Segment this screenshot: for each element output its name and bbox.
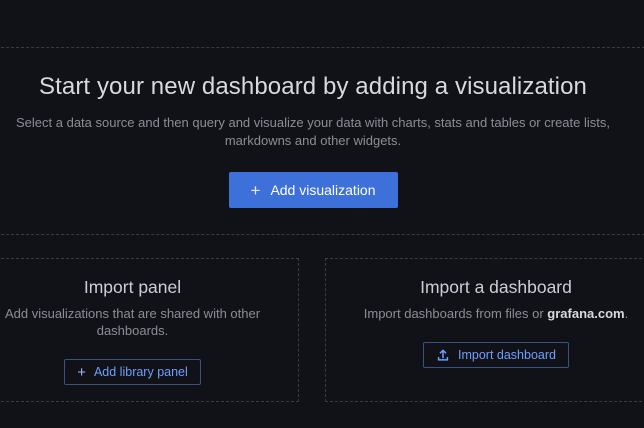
import-panel-description-line2: dashboards. bbox=[97, 323, 169, 338]
plus-icon: + bbox=[251, 182, 261, 199]
page-description: Select a data source and then query and … bbox=[16, 114, 610, 150]
import-panel-description: Add visualizations that are shared with … bbox=[5, 305, 260, 339]
grafana-com-text: grafana.com bbox=[547, 306, 624, 321]
import-dashboard-description: Import dashboards from files or grafana.… bbox=[364, 305, 628, 322]
import-panel-description-line1: Add visualizations that are shared with … bbox=[5, 306, 260, 321]
import-dashboard-description-period: . bbox=[625, 306, 629, 321]
page-description-line2: markdowns and other widgets. bbox=[225, 133, 401, 148]
import-dashboard-title: Import a dashboard bbox=[420, 276, 572, 298]
import-dashboard-description-text: Import dashboards from files or bbox=[364, 306, 548, 321]
import-dashboard-card: Import a dashboard Import dashboards fro… bbox=[325, 258, 644, 402]
import-dashboard-button[interactable]: Import dashboard bbox=[423, 342, 569, 368]
grafana-new-dashboard-empty-state: Start your new dashboard by adding a vis… bbox=[0, 0, 644, 428]
page-description-line1: Select a data source and then query and … bbox=[16, 115, 610, 130]
add-library-panel-button-label: Add library panel bbox=[94, 365, 188, 379]
add-visualization-panel: Start your new dashboard by adding a vis… bbox=[0, 47, 644, 235]
import-panel-card: Import panel Add visualizations that are… bbox=[0, 258, 299, 402]
page-title: Start your new dashboard by adding a vis… bbox=[39, 72, 587, 102]
import-dashboard-button-label: Import dashboard bbox=[458, 348, 556, 362]
import-panel-title: Import panel bbox=[84, 276, 181, 298]
plus-icon: + bbox=[77, 365, 86, 380]
add-visualization-button[interactable]: + Add visualization bbox=[229, 172, 398, 208]
add-library-panel-button[interactable]: + Add library panel bbox=[64, 359, 201, 385]
upload-icon bbox=[436, 348, 450, 362]
add-visualization-button-label: Add visualization bbox=[270, 182, 375, 198]
